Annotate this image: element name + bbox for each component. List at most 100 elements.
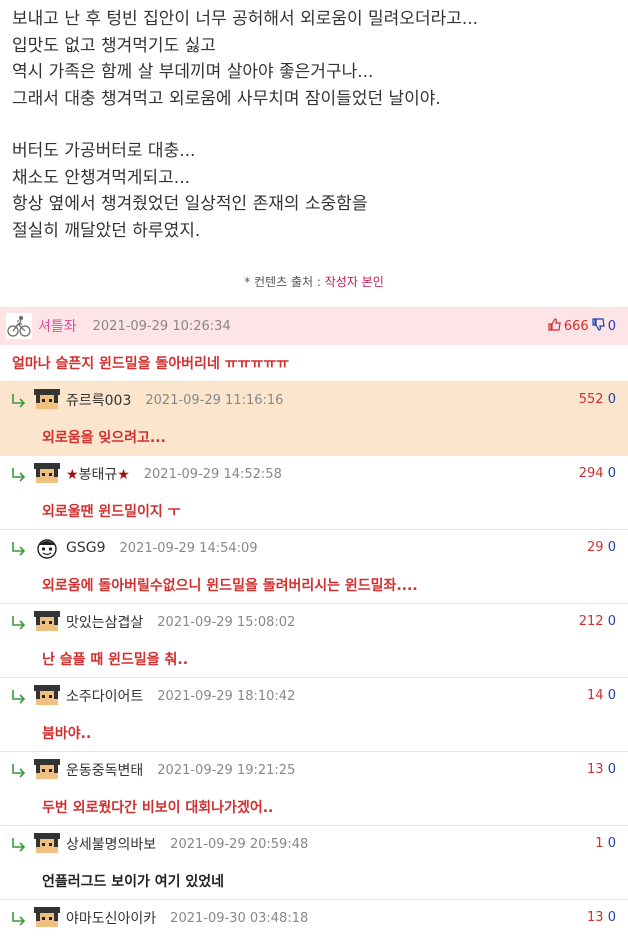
comment-date: 2021-09-29 20:59:48 [170, 836, 309, 852]
reply-arrow-icon [10, 614, 28, 630]
comment-date: 2021-09-29 14:54:09 [119, 540, 258, 556]
pixel-avatar-icon [34, 611, 60, 633]
downvote-count: 0 [607, 392, 616, 407]
upvote-count: 29 [587, 540, 604, 555]
article-line: 버터도 가공버터로 대충... [12, 141, 196, 161]
downvote-count: 0 [607, 688, 616, 703]
comment-text: 붐바야.. [42, 725, 92, 742]
pixel-avatar-icon [34, 759, 60, 781]
reply-item: 소주다이어트 2021-09-29 18:10:42 14 0 붐바야.. [0, 677, 628, 751]
vote-counts: 212 0 [579, 614, 616, 629]
comment-list: 셔틀좌 2021-09-29 10:26:34 666 0 얼마나 슬픈지 윈드… [0, 307, 628, 936]
upvote-count: 13 [587, 762, 604, 777]
bicycle-avatar-icon [6, 313, 32, 339]
reply-arrow-icon [10, 836, 28, 852]
reply-arrow-icon [10, 466, 28, 482]
comment-header: GSG9 2021-09-29 14:54:09 29 0 [0, 530, 628, 566]
comment-header: 셔틀좌 2021-09-29 10:26:34 666 0 [0, 307, 628, 345]
article-line: 항상 옆에서 챙겨줬었던 일상적인 존재의 소중함을 [12, 194, 368, 214]
comment-header: 소주다이어트 2021-09-29 18:10:42 14 0 [0, 678, 628, 714]
comment-header: 쥬르륵003 2021-09-29 11:16:16 552 0 [0, 382, 628, 418]
comment-text: 언플러그드 보이가 여기 있었네 [42, 873, 225, 890]
vote-counts: 29 0 [587, 540, 616, 555]
pixel-avatar-icon [34, 907, 60, 929]
comment-text: 난 슬플 때 윈드밀을 춰.. [42, 651, 189, 668]
comment-author[interactable]: 운동중독변태 [66, 760, 143, 780]
vote-counts: 14 0 [587, 688, 616, 703]
article-line: 보내고 난 후 텅빈 집안이 너무 공허해서 외로움이 밀려오더라고... [12, 9, 479, 29]
comment-date: 2021-09-29 15:08:02 [157, 614, 296, 630]
vote-counts: 294 0 [579, 466, 616, 481]
upvote-count: 14 [587, 688, 604, 703]
downvote-count: 0 [607, 836, 616, 851]
thumb-up-icon[interactable] [548, 318, 561, 335]
downvote-count: 0 [607, 466, 616, 481]
source-label: * 컨텐츠 출처 : [244, 275, 325, 289]
vote-counts: 13 0 [587, 910, 616, 925]
comment-author[interactable]: 소주다이어트 [66, 686, 143, 706]
reply-item: 운동중독변태 2021-09-29 19:21:25 13 0 두번 외로웠다간… [0, 751, 628, 825]
upvote-count: 212 [578, 614, 604, 629]
comment-author-name: 봉태규 [78, 467, 118, 483]
star-icon: ★ [66, 467, 79, 483]
comment-author[interactable]: ★봉태규★ [66, 464, 130, 484]
article-body: 보내고 난 후 텅빈 집안이 너무 공허해서 외로움이 밀려오더라고... 입맛… [0, 0, 628, 292]
reply-item: GSG9 2021-09-29 14:54:09 29 0 외로움에 돌아버릴수… [0, 529, 628, 603]
comment-text: 외로움에 돌아버릴수없으니 윈드밀을 돌려버리시는 윈드밀좌.... [42, 577, 418, 594]
pixel-avatar-icon [34, 463, 60, 485]
downvote-count: 0 [607, 614, 616, 629]
downvote-count: 0 [607, 319, 616, 334]
comment-text: 두번 외로웠다간 비보이 대회나가겠어.. [42, 799, 274, 816]
vote-counts: 552 0 [579, 392, 616, 407]
reply-item: 야마도신아이카 2021-09-30 03:48:18 13 0 [0, 899, 628, 936]
article-line: 그래서 대충 챙겨먹고 외로움에 사무치며 잠이들었던 날이야. [12, 88, 441, 109]
face-avatar-icon [34, 537, 60, 559]
upvote-count: 13 [587, 910, 604, 925]
comment-author[interactable]: GSG9 [66, 540, 106, 556]
comment-date: 2021-09-29 10:26:34 [92, 318, 231, 334]
best-comment: 셔틀좌 2021-09-29 10:26:34 666 0 얼마나 슬픈지 윈드… [0, 307, 628, 381]
comment-author[interactable]: 맛있는삼겹살 [66, 612, 143, 632]
comment-header: 상세불명의바보 2021-09-29 20:59:48 1 0 [0, 826, 628, 862]
downvote-count: 0 [607, 910, 616, 925]
content-source: * 컨텐츠 출처 : 작성자 본인 [12, 272, 616, 292]
comment-date: 2021-09-29 11:16:16 [145, 392, 284, 408]
thumb-down-icon[interactable] [592, 318, 605, 335]
vote-counts: 1 0 [595, 836, 616, 851]
article-line: 역시 가족은 함께 살 부데끼며 살아야 좋은거구나... [12, 62, 374, 82]
comment-author[interactable]: 상세불명의바보 [66, 834, 156, 854]
comment-author[interactable]: 쥬르륵003 [66, 390, 131, 410]
comment-author[interactable]: 야마도신아이카 [66, 908, 156, 928]
comment-text: 외로움을 잊으려고... [42, 429, 166, 446]
pixel-avatar-icon [34, 685, 60, 707]
comment-text: 얼마나 슬픈지 윈드밀을 돌아버리네 ㅠㅠㅠㅠㅠ [12, 356, 290, 372]
reply-item: 쥬르륵003 2021-09-29 11:16:16 552 0 외로움을 잊으… [0, 381, 628, 455]
reply-arrow-icon [10, 540, 28, 556]
comment-header: 야마도신아이카 2021-09-30 03:48:18 13 0 [0, 900, 628, 936]
source-author: 작성자 본인 [324, 275, 384, 289]
vote-counts: 13 0 [587, 762, 616, 777]
downvote-count: 0 [607, 762, 616, 777]
article-paragraph: 버터도 가공버터로 대충... 채소도 안챙겨먹게되고... 항상 옆에서 챙겨… [12, 138, 616, 244]
article-paragraph: 보내고 난 후 텅빈 집안이 너무 공허해서 외로움이 밀려오더라고... 입맛… [12, 6, 616, 112]
article-line: 채소도 안챙겨먹게되고... [12, 167, 191, 188]
reply-arrow-icon [10, 762, 28, 778]
reply-item: 맛있는삼겹살 2021-09-29 15:08:02 212 0 난 슬플 때 … [0, 603, 628, 677]
comment-date: 2021-09-29 14:52:58 [143, 466, 282, 482]
comment-date: 2021-09-30 03:48:18 [170, 910, 309, 926]
reply-arrow-icon [10, 688, 28, 704]
star-icon: ★ [117, 467, 130, 483]
upvote-count: 552 [578, 392, 604, 407]
comment-author[interactable]: 셔틀좌 [38, 316, 77, 336]
upvote-count: 1 [595, 836, 604, 851]
comment-header: 맛있는삼겹살 2021-09-29 15:08:02 212 0 [0, 604, 628, 640]
comment-date: 2021-09-29 18:10:42 [157, 688, 296, 704]
reply-item: 상세불명의바보 2021-09-29 20:59:48 1 0 언플러그드 보이… [0, 825, 628, 899]
comment-header: 운동중독변태 2021-09-29 19:21:25 13 0 [0, 752, 628, 788]
comment-text: 외로울땐 윈드밀이지 ㅜ [42, 503, 181, 520]
pixel-avatar-icon [34, 833, 60, 855]
reply-arrow-icon [10, 392, 28, 408]
upvote-count: 294 [578, 466, 604, 481]
reply-item: ★봉태규★ 2021-09-29 14:52:58 294 0 외로울땐 윈드밀… [0, 455, 628, 529]
vote-counts: 666 0 [545, 318, 616, 335]
